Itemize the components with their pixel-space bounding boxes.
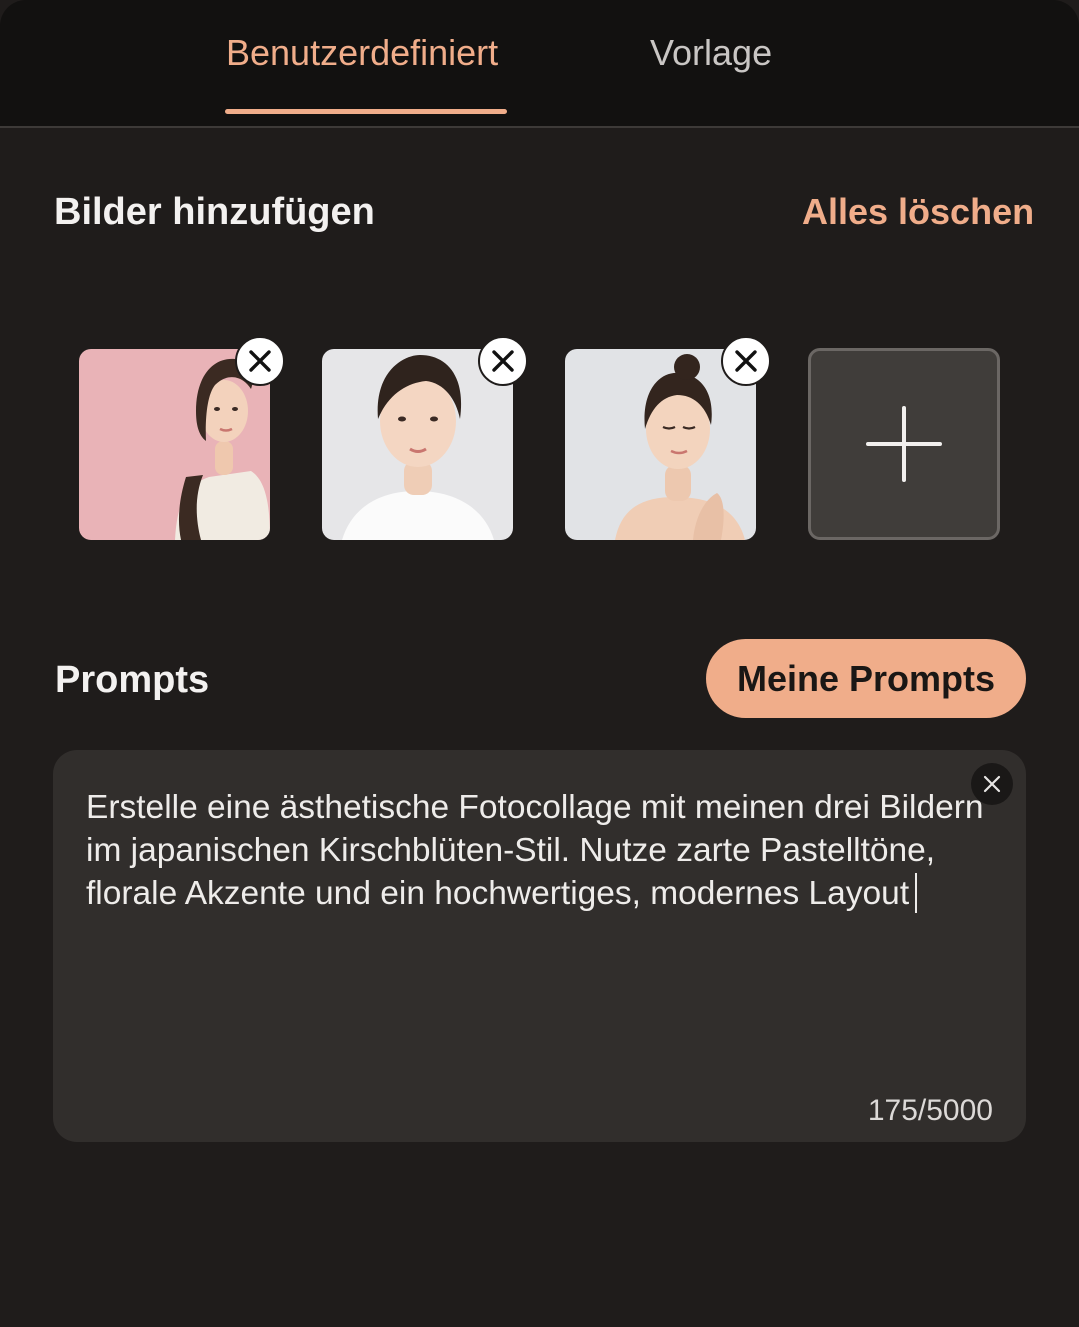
remove-image-1-button[interactable] bbox=[235, 336, 285, 386]
plus-icon bbox=[866, 406, 942, 482]
tab-benutzerdefiniert[interactable]: Benutzerdefiniert bbox=[226, 32, 498, 74]
clear-prompt-button[interactable] bbox=[971, 763, 1013, 805]
remove-image-2-button[interactable] bbox=[478, 336, 528, 386]
prompt-input[interactable]: Erstelle eine ästhetische Fotocollage mi… bbox=[53, 750, 1026, 1142]
tab-bar: Benutzerdefiniert Vorlage bbox=[0, 0, 1079, 128]
close-icon bbox=[492, 350, 514, 372]
my-prompts-button[interactable]: Meine Prompts bbox=[706, 639, 1026, 718]
character-counter: 175/5000 bbox=[867, 1094, 993, 1127]
prompt-text-content: Erstelle eine ästhetische Fotocollage mi… bbox=[86, 789, 984, 912]
close-icon bbox=[983, 775, 1001, 793]
images-section-title: Bilder hinzufügen bbox=[54, 191, 375, 233]
clear-all-button[interactable]: Alles löschen bbox=[802, 191, 1034, 233]
prompts-section-title: Prompts bbox=[55, 659, 210, 701]
close-icon bbox=[735, 350, 757, 372]
close-icon bbox=[249, 350, 271, 372]
active-tab-indicator bbox=[225, 109, 507, 114]
tab-vorlage[interactable]: Vorlage bbox=[650, 32, 772, 74]
add-image-button[interactable] bbox=[808, 348, 1000, 540]
text-caret bbox=[915, 873, 918, 913]
prompt-text[interactable]: Erstelle eine ästhetische Fotocollage mi… bbox=[86, 786, 986, 915]
remove-image-3-button[interactable] bbox=[721, 336, 771, 386]
